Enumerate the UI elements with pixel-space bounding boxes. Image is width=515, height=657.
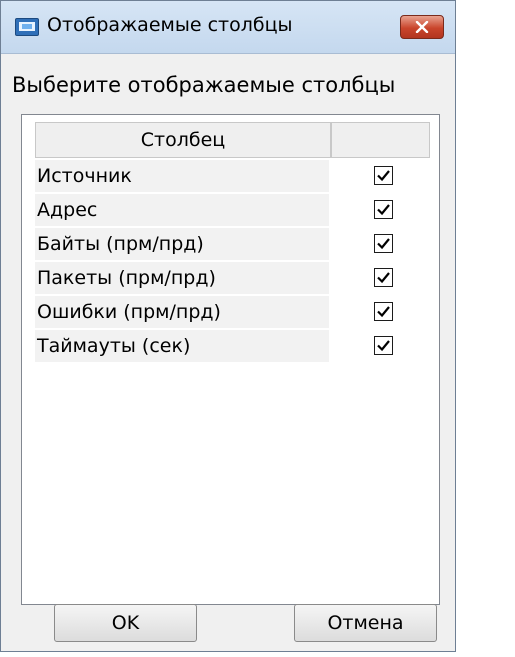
- checkmark-icon: [377, 306, 390, 318]
- visible-checkbox[interactable]: [374, 234, 393, 253]
- visible-checkbox[interactable]: [374, 302, 393, 321]
- instruction-label: Выберите отображаемые столбцы: [12, 73, 396, 97]
- table-row: Ошибки (прм/прд): [35, 296, 430, 330]
- row-label: Байты (прм/прд): [35, 228, 329, 260]
- column-header-visible[interactable]: [331, 122, 430, 158]
- table-row: Таймауты (сек): [35, 330, 430, 364]
- cancel-button[interactable]: Отмена: [294, 604, 437, 642]
- checkmark-icon: [377, 238, 390, 250]
- columns-table: Столбец Источник Адрес Байты (прм/прд) П…: [21, 114, 440, 605]
- close-icon: [415, 21, 429, 33]
- checkmark-icon: [377, 272, 390, 284]
- row-label: Пакеты (прм/прд): [35, 262, 329, 294]
- window-title: Отображаемые столбцы: [47, 14, 293, 36]
- app-icon: [15, 18, 39, 36]
- row-label: Ошибки (прм/прд): [35, 296, 329, 328]
- visible-checkbox[interactable]: [374, 166, 393, 185]
- table-row: Источник: [35, 160, 430, 194]
- ok-button[interactable]: OK: [54, 604, 197, 642]
- visible-checkbox[interactable]: [374, 200, 393, 219]
- close-button[interactable]: [400, 15, 444, 39]
- column-header-name[interactable]: Столбец: [35, 122, 331, 158]
- table-row: Пакеты (прм/прд): [35, 262, 430, 296]
- checkmark-icon: [377, 204, 390, 216]
- checkmark-icon: [377, 170, 390, 182]
- visible-checkbox[interactable]: [374, 336, 393, 355]
- visible-checkbox[interactable]: [374, 268, 393, 287]
- title-bar[interactable]: Отображаемые столбцы: [1, 1, 455, 54]
- row-label: Адрес: [35, 194, 329, 226]
- checkmark-icon: [377, 340, 390, 352]
- dialog-window: Отображаемые столбцы Выберите отображаем…: [0, 0, 456, 652]
- row-label: Источник: [35, 160, 329, 192]
- row-label: Таймауты (сек): [35, 330, 329, 362]
- table-row: Адрес: [35, 194, 430, 228]
- table-row: Байты (прм/прд): [35, 228, 430, 262]
